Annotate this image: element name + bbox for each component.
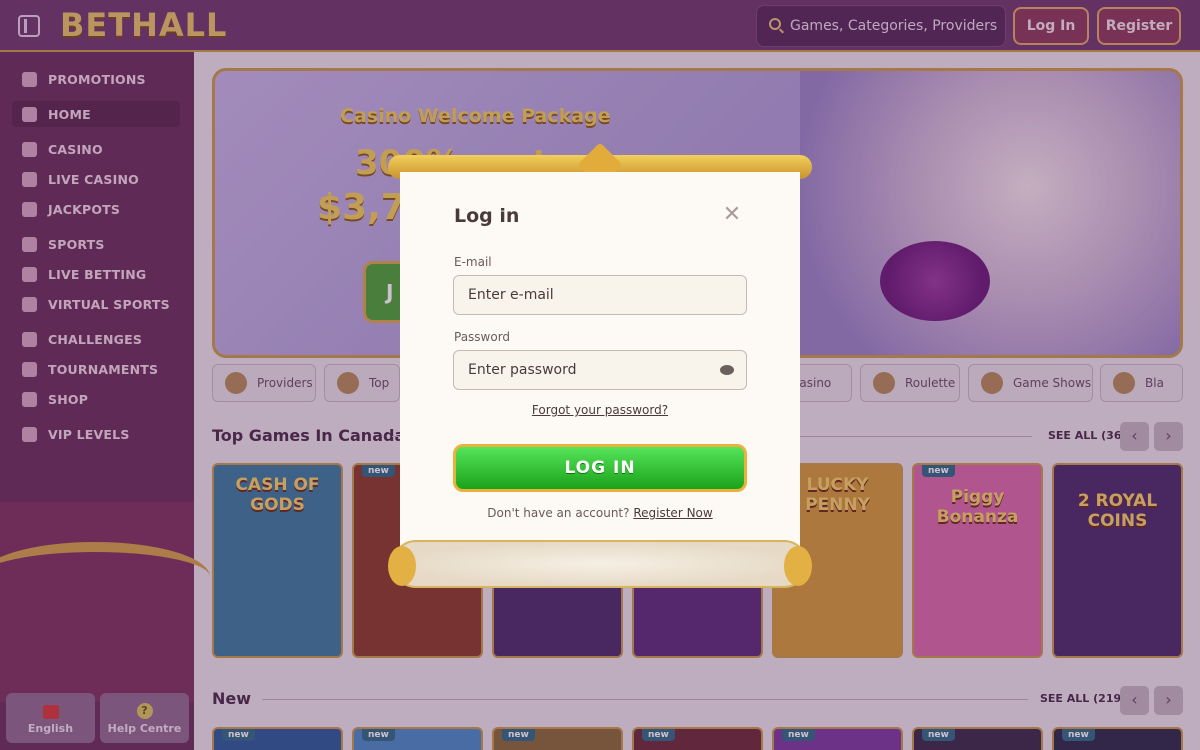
no-account-text: Don't have an account? [487, 506, 630, 520]
register-prompt: Don't have an account? Register Now [400, 506, 800, 520]
forgot-password-link[interactable]: Forgot your password? [400, 403, 800, 417]
modal-title: Log in [454, 205, 520, 227]
scroll-bottom-ornament [388, 540, 812, 588]
login-submit-button[interactable]: LOG IN [453, 444, 747, 492]
eye-icon[interactable] [720, 365, 734, 375]
email-label: E-mail [454, 255, 492, 269]
register-now-link[interactable]: Register Now [633, 506, 712, 520]
close-icon[interactable]: ✕ [722, 204, 742, 226]
password-field[interactable] [453, 350, 747, 390]
email-field[interactable] [453, 275, 747, 315]
login-modal: Log in ✕ E-mail Password Forgot your pas… [400, 172, 800, 550]
password-label: Password [454, 330, 511, 344]
